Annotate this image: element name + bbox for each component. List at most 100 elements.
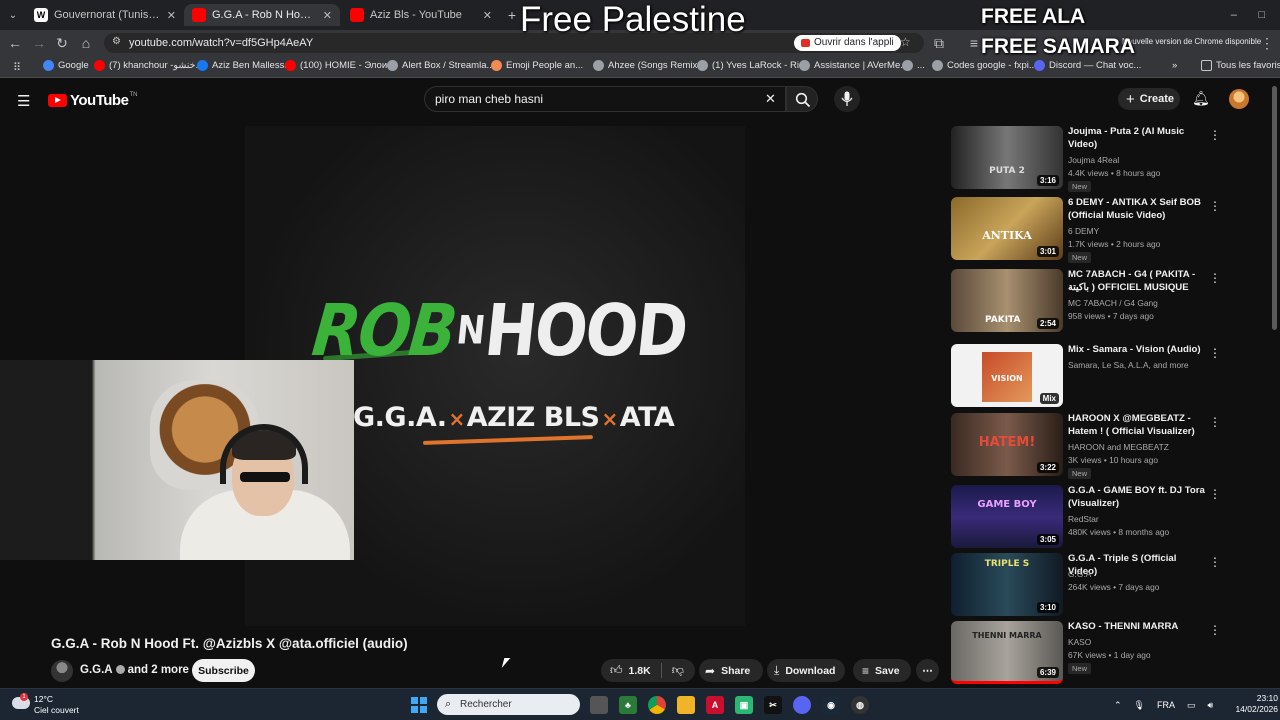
recommendation-item[interactable]: VISION Mix Mix - Samara - Vision (Audio)… (951, 344, 1221, 408)
recommendation-item[interactable]: PUTA 2 3:16 Joujma - Puta 2 (AI Music Vi… (951, 126, 1221, 192)
scrollbar-thumb[interactable] (1272, 86, 1277, 330)
chrome-icon[interactable] (648, 696, 666, 714)
open-in-app-button[interactable]: Ouvrir dans l'appli (794, 35, 901, 51)
clock[interactable]: 23:10 14/02/2026 (1234, 693, 1278, 715)
bookmark-star-icon[interactable]: ☆ (900, 35, 911, 49)
extensions-icon[interactable]: ⧉ (930, 34, 948, 52)
video-thumbnail[interactable]: PUTA 2 3:16 (951, 126, 1063, 189)
bookmark-item[interactable]: (7) khanchour -خنشو... (94, 60, 203, 71)
address-bar[interactable]: ⚙ youtube.com/watch?v=df5GHp4AeAY Ouvrir… (104, 33, 924, 53)
minimize-icon[interactable]: – (1231, 9, 1237, 21)
maximize-icon[interactable]: □ (1259, 9, 1266, 21)
thumbs-down-icon[interactable]: 👎︎ (672, 663, 684, 678)
clear-search-icon[interactable]: ✕ (765, 91, 776, 107)
obs-icon[interactable]: ◍ (851, 696, 869, 714)
create-button[interactable]: + Create (1118, 88, 1180, 110)
more-vert-icon[interactable]: ⋮ (1258, 34, 1276, 52)
recommendation-item[interactable]: HATEM! 3:22 HAROON X @MEGBEATZ - Hatem !… (951, 413, 1221, 479)
more-vert-icon[interactable]: ⋮ (1209, 271, 1221, 285)
chevron-up-icon[interactable]: ⌃ (1114, 700, 1122, 711)
bookmark-item[interactable]: (1) Yves LaRock - Ri... (697, 60, 807, 71)
language-indicator[interactable]: FRA (1157, 700, 1175, 710)
recommendation-item[interactable]: ANTIKA 3:01 6 DEMY - ANTIKA X Seif BOB (… (951, 197, 1221, 263)
app-icon[interactable]: ♣ (619, 696, 637, 714)
close-icon[interactable]: ✕ (317, 9, 332, 22)
bookmarks-overflow-icon[interactable]: » (1172, 60, 1177, 71)
windows-start-icon[interactable] (411, 697, 427, 713)
adobe-icon[interactable]: A (706, 696, 724, 714)
video-thumbnail[interactable]: GAME BOY 3:05 (951, 485, 1063, 548)
chrome-update-notice[interactable]: Nouvelle version de Chrome disponible (1122, 37, 1261, 46)
more-vert-icon[interactable]: ⋮ (1209, 623, 1221, 637)
bookmark-item[interactable]: (100) HOMIE - Элои... (285, 60, 395, 71)
youtube-logo[interactable]: YouTube TN (48, 92, 137, 109)
discord-icon[interactable] (793, 696, 811, 714)
steam-icon[interactable]: ◉ (822, 696, 840, 714)
all-favorites-button[interactable]: Tous les favoris (1201, 60, 1280, 71)
weather-desc[interactable]: Ciel couvert (34, 705, 79, 715)
close-icon[interactable]: ✕ (477, 9, 492, 22)
more-vert-icon[interactable]: ⋮ (1209, 555, 1221, 569)
app-icon[interactable]: ▣ (735, 696, 753, 714)
account-avatar[interactable] (1229, 89, 1249, 109)
taskbar-search[interactable]: ⌕ Rechercher (437, 694, 580, 715)
video-thumbnail[interactable]: ANTIKA 3:01 (951, 197, 1063, 260)
search-button[interactable] (786, 86, 818, 112)
task-view-icon[interactable] (590, 696, 608, 714)
bookmark-item[interactable]: Google (43, 60, 89, 71)
file-explorer-icon[interactable] (677, 696, 695, 714)
microphone-icon[interactable]: 🎙︎ (1134, 700, 1145, 711)
like-button[interactable]: 👍︎ 1.8K (610, 663, 651, 678)
weather-temp[interactable]: 12°C (34, 694, 53, 704)
recommendation-item[interactable]: THENNI MARRA 6:39 KASO - THENNI MARRA KA… (951, 621, 1221, 685)
more-vert-icon[interactable]: ⋮ (1209, 415, 1221, 429)
bookmark-item[interactable]: Emoji People an... (491, 60, 583, 71)
site-info-icon[interactable]: ⚙ (112, 36, 121, 47)
tab-wikipedia[interactable]: W Gouvernorat (Tunisie) — Wikipé ✕ (26, 4, 184, 26)
voice-search-button[interactable] (834, 86, 860, 112)
network-icon[interactable]: ▭ (1187, 700, 1196, 711)
share-button[interactable]: ➦ Share (699, 659, 763, 682)
save-button[interactable]: ≡ Save (853, 659, 911, 682)
forward-arrow-icon[interactable]: → (30, 34, 48, 52)
volume-icon[interactable]: 🔊︎ (1208, 700, 1214, 711)
download-button[interactable]: ⤓ Download (767, 659, 845, 682)
channel-avatar[interactable] (51, 660, 73, 682)
new-tab-button[interactable]: + (502, 4, 522, 26)
recommendation-item[interactable]: PAKITA 2:54 MC 7ABACH - G4 ( PAKITA - با… (951, 269, 1221, 333)
more-vert-icon[interactable]: ⋮ (1209, 346, 1221, 360)
bookmark-item[interactable]: Aziz Ben Mallessa (197, 60, 290, 71)
video-thumbnail[interactable]: PAKITA 2:54 (951, 269, 1063, 332)
bookmark-item[interactable]: Ahzee (Songs Remix... (593, 60, 705, 71)
more-actions-button[interactable]: ⋯ (916, 659, 939, 682)
more-vert-icon[interactable]: ⋮ (1209, 128, 1221, 142)
tab-aziz-bls[interactable]: Aziz Bls - YouTube ✕ (342, 4, 500, 26)
home-icon[interactable]: ⌂ (77, 34, 95, 52)
video-thumbnail[interactable]: VISION Mix (951, 344, 1063, 407)
tab-search-button[interactable]: ⌄ (4, 4, 22, 26)
video-thumbnail[interactable]: HATEM! 3:22 (951, 413, 1063, 476)
bookmark-item[interactable]: Codes google - fxpi... (932, 60, 1037, 71)
more-vert-icon[interactable]: ⋮ (1209, 487, 1221, 501)
back-arrow-icon[interactable]: ← (6, 34, 24, 52)
apps-grid-icon[interactable]: ⠿ (8, 58, 26, 76)
hamburger-menu-icon[interactable]: ☰ (17, 92, 30, 110)
close-icon[interactable]: ✕ (161, 9, 176, 22)
tab-current-video[interactable]: G.G.A - Rob N Hood Ft. @A ✕ (184, 4, 340, 26)
bookmark-item[interactable]: ... (902, 60, 925, 71)
bookmark-item[interactable]: Discord — Chat voc... (1034, 60, 1141, 71)
notifications-bell-icon[interactable]: 🔔︎ (1192, 90, 1210, 107)
subscribe-button[interactable]: Subscribe (192, 659, 255, 682)
recommendation-item[interactable]: GAME BOY 3:05 G.G.A - GAME BOY ft. DJ To… (951, 485, 1221, 549)
recommendation-item[interactable]: TRIPLE S 3:10 G.G.A - Triple S (Official… (951, 553, 1221, 617)
emoji-icon (491, 60, 502, 71)
video-thumbnail[interactable]: THENNI MARRA 6:39 (951, 621, 1063, 684)
more-vert-icon[interactable]: ⋮ (1209, 199, 1221, 213)
search-input[interactable] (435, 92, 755, 106)
bookmark-item[interactable]: Alert Box / Streamla... (387, 60, 494, 71)
channel-name[interactable]: G.G.A and 2 more (80, 664, 189, 676)
bookmark-item[interactable]: Assistance | AVerMe... (799, 60, 908, 71)
video-thumbnail[interactable]: TRIPLE S 3:10 (951, 553, 1063, 616)
reload-icon[interactable]: ↻ (53, 34, 71, 52)
capcut-icon[interactable]: ✂ (764, 696, 782, 714)
